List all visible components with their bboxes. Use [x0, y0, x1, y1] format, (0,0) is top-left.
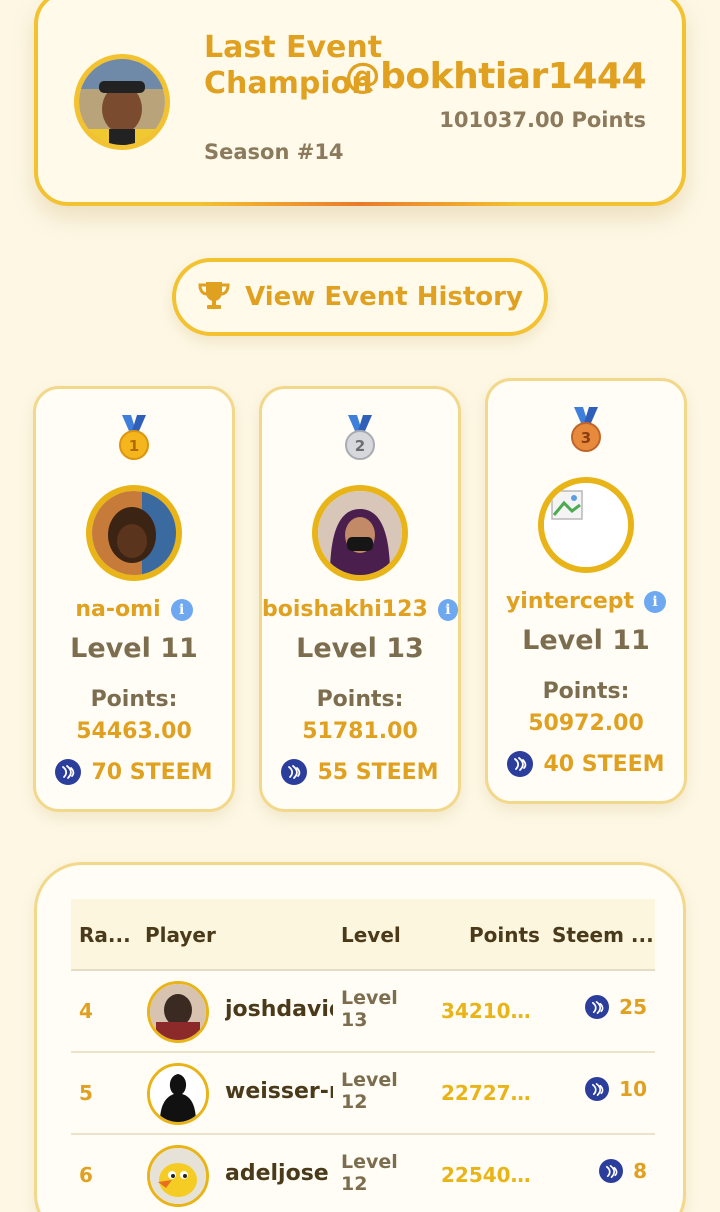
steem-icon: [599, 1159, 624, 1183]
steem-icon: [281, 759, 308, 785]
row-level: Level 13: [341, 987, 398, 1031]
champion-avatar[interactable]: [74, 54, 170, 150]
silver-medal-icon: 2: [262, 415, 458, 461]
podium-reward: 55 STEEM: [262, 759, 458, 785]
table-header: Ra... Player Level Points Steem ...: [71, 899, 655, 971]
podium-avatar[interactable]: [86, 485, 182, 581]
row-player-name[interactable]: joshdavid: [225, 997, 333, 1022]
row-level: Level 12: [341, 1151, 398, 1195]
podium-reward: 70 STEEM: [36, 759, 232, 785]
row-avatar[interactable]: [147, 1063, 209, 1125]
column-header-steem[interactable]: Steem ...: [552, 923, 652, 947]
steem-icon: [55, 759, 82, 785]
view-event-history-button[interactable]: View Event History: [172, 258, 548, 336]
podium-level: Level 11: [70, 633, 198, 664]
row-reward: 10: [585, 1077, 647, 1101]
steem-icon: [507, 751, 534, 777]
podium-points-label: Points:: [90, 687, 178, 712]
info-icon[interactable]: i: [437, 598, 458, 621]
champion-handle[interactable]: @bokhtiar1444: [345, 56, 647, 97]
column-header-rank[interactable]: Ra...: [79, 923, 135, 947]
podium-card-first[interactable]: 1 na-omi i Level 11 Points: 54463.00 70 …: [33, 386, 235, 812]
row-avatar[interactable]: [147, 1145, 209, 1207]
table-row[interactable]: 5 weisser-r Level 12 22727.... 10: [71, 1053, 655, 1135]
trophy-icon: [197, 280, 231, 314]
champion-points: 101037.00 Points: [439, 108, 646, 132]
info-icon[interactable]: i: [644, 590, 667, 613]
view-event-history-label: View Event History: [245, 282, 523, 312]
svg-text:1: 1: [129, 437, 139, 455]
podium-points-label: Points:: [542, 679, 630, 704]
broken-image-avatar[interactable]: [538, 477, 634, 573]
row-level: Level 12: [341, 1069, 398, 1113]
bronze-medal-icon: 3: [488, 407, 684, 453]
page: Last Event Champion Season #14 @bokhtiar…: [0, 0, 720, 1212]
row-points: 22727....: [441, 1081, 535, 1105]
podium-points-value: 54463.00: [76, 719, 192, 744]
gold-medal-icon: 1: [36, 415, 232, 461]
column-header-level[interactable]: Level: [341, 923, 401, 947]
podium-player-name[interactable]: na-omi i: [36, 597, 232, 622]
row-player-name[interactable]: weisser-r: [225, 1079, 333, 1104]
podium-points-label: Points:: [316, 687, 404, 712]
row-reward: 25: [585, 995, 647, 1019]
podium-card-third[interactable]: 3 yintercept i Level 11 Points: 50972.00…: [485, 378, 687, 804]
info-icon[interactable]: i: [170, 598, 193, 621]
row-reward: 8: [599, 1159, 647, 1183]
svg-text:2: 2: [355, 437, 365, 455]
podium-player-name[interactable]: boishakhi123 i: [262, 597, 458, 622]
column-header-points[interactable]: Points: [469, 923, 540, 947]
row-avatar[interactable]: [147, 981, 209, 1043]
podium-player-name[interactable]: yintercept i: [488, 589, 684, 614]
podium-level: Level 13: [296, 633, 424, 664]
row-rank: 6: [79, 1163, 93, 1187]
row-points: 22540....: [441, 1163, 535, 1187]
podium-avatar[interactable]: [312, 485, 408, 581]
champion-season: Season #14: [204, 140, 344, 164]
table-row[interactable]: 6 adeljose Level 12 22540.... 8: [71, 1135, 655, 1212]
podium-points-value: 51781.00: [302, 719, 418, 744]
podium-level: Level 11: [522, 625, 650, 656]
champion-card: Last Event Champion Season #14 @bokhtiar…: [34, 0, 686, 206]
column-header-player[interactable]: Player: [145, 923, 216, 947]
steem-icon: [585, 1077, 610, 1101]
podium-points-value: 50972.00: [528, 711, 644, 736]
row-rank: 5: [79, 1081, 93, 1105]
row-points: 34210....: [441, 999, 535, 1023]
steem-icon: [585, 995, 610, 1019]
podium-card-second[interactable]: 2 boishakhi123 i Level 13 Points: 51781.…: [259, 386, 461, 812]
leaderboard-card: Ra... Player Level Points Steem ... 4 jo…: [34, 862, 686, 1212]
row-rank: 4: [79, 999, 93, 1023]
table-row[interactable]: 4 joshdavid Level 13 34210.... 25: [71, 971, 655, 1053]
svg-text:3: 3: [581, 429, 591, 447]
podium-reward: 40 STEEM: [488, 751, 684, 777]
row-player-name[interactable]: adeljose: [225, 1161, 333, 1186]
